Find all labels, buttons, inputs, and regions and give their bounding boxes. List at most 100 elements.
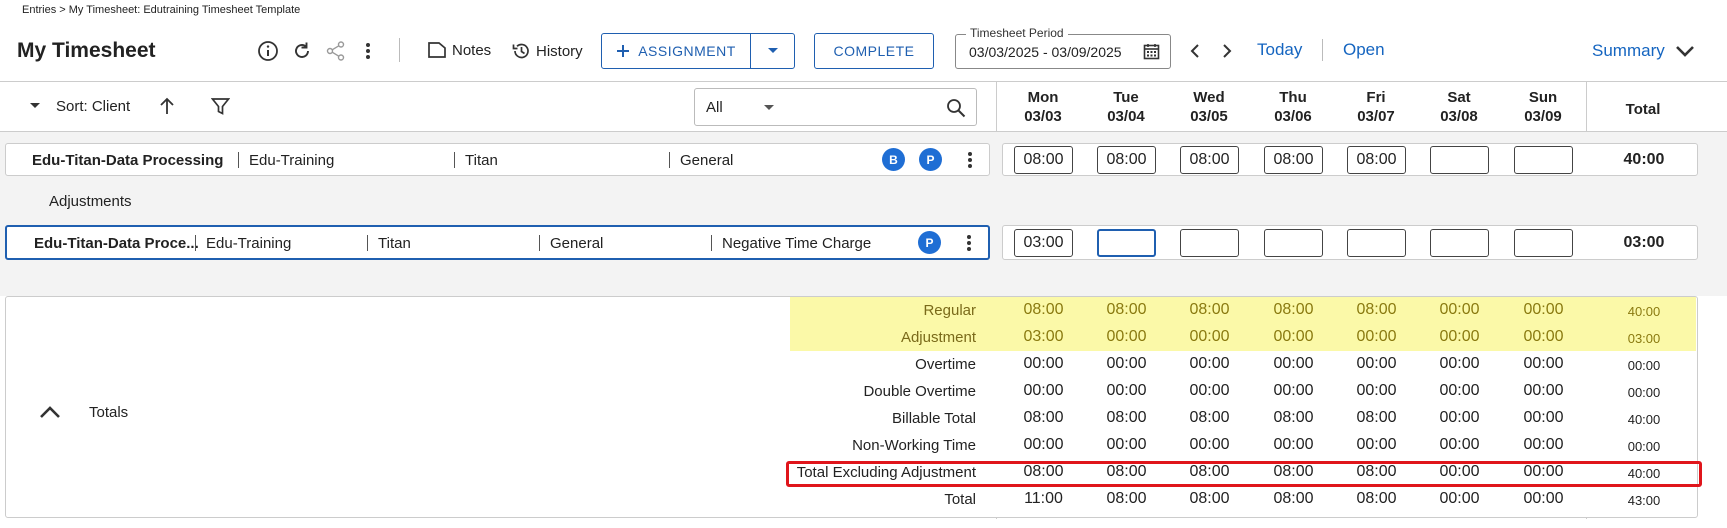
plus-icon: [617, 45, 630, 57]
totals-cell: 00:00: [1523, 490, 1564, 507]
hours-input[interactable]: 08:00: [1014, 146, 1073, 174]
info-icon[interactable]: [257, 40, 279, 62]
adjustment-total: 03:00: [1623, 234, 1665, 251]
chevron-left-icon[interactable]: [1189, 43, 1201, 59]
day-name: Mon: [1027, 89, 1059, 106]
totals-cell: 08:00: [1023, 301, 1064, 318]
hours-input[interactable]: [1097, 229, 1156, 257]
search-icon[interactable]: [946, 98, 966, 118]
add-assignment-button[interactable]: ASSIGNMENT: [602, 34, 751, 68]
day-name: Thu: [1279, 89, 1307, 106]
timesheet-period-label: Timesheet Period: [966, 26, 1068, 40]
totals-cell: 00:00: [1189, 355, 1230, 372]
totals-cell: 00:00: [1356, 355, 1397, 372]
totals-row-total: 43:00: [1627, 493, 1661, 508]
summary-toggle[interactable]: Summary: [1592, 41, 1695, 61]
hours-input[interactable]: [1514, 146, 1573, 174]
totals-cell: 00:00: [1523, 436, 1564, 453]
totals-cell: 08:00: [1189, 490, 1230, 507]
chevron-right-icon[interactable]: [1221, 43, 1233, 59]
hours-input[interactable]: [1430, 229, 1489, 257]
day-date: 03/09: [1524, 108, 1562, 125]
day-header: Tue 03/04: [1085, 88, 1167, 126]
day-date: 03/06: [1274, 108, 1312, 125]
totals-row-label: Regular: [923, 302, 976, 319]
row-charge: Negative Time Charge: [722, 235, 872, 252]
sort-collapse-icon[interactable]: [29, 102, 41, 110]
hours-input[interactable]: [1347, 229, 1406, 257]
sort-label[interactable]: Sort: Client: [56, 98, 130, 115]
collapse-totals-icon[interactable]: [39, 405, 61, 419]
totals-cell: 00:00: [1356, 382, 1397, 399]
totals-cell: 00:00: [1189, 436, 1230, 453]
hours-input[interactable]: 08:00: [1097, 146, 1156, 174]
totals-cell: 00:00: [1439, 328, 1480, 345]
project-badge: P: [919, 148, 942, 171]
summary-label: Summary: [1592, 41, 1665, 60]
day-date: 03/04: [1107, 108, 1145, 125]
calendar-icon[interactable]: [1143, 43, 1160, 65]
billable-badge: B: [882, 148, 905, 171]
day-name: Tue: [1113, 89, 1139, 106]
totals-cell: 00:00: [1106, 436, 1147, 453]
hours-input[interactable]: 08:00: [1347, 146, 1406, 174]
row-more-icon[interactable]: [967, 150, 973, 170]
adjustments-label: Adjustments: [49, 193, 132, 210]
row-client: Titan: [465, 152, 498, 169]
row-category: General: [550, 235, 604, 252]
refresh-icon[interactable]: [291, 40, 313, 62]
complete-button[interactable]: COMPLETE: [814, 33, 934, 69]
hours-input[interactable]: [1264, 229, 1323, 257]
hours-input[interactable]: 03:00: [1014, 229, 1073, 257]
row-project: Edu-Titan-Data Processing: [32, 152, 224, 169]
history-label: History: [536, 42, 583, 60]
day-name: Fri: [1366, 89, 1386, 106]
open-status-link[interactable]: Open: [1343, 40, 1385, 60]
hours-input[interactable]: 08:00: [1180, 146, 1239, 174]
today-link[interactable]: Today: [1257, 40, 1302, 60]
row-category: General: [680, 152, 734, 169]
totals-cell: 00:00: [1273, 436, 1314, 453]
totals-cell: 00:00: [1273, 328, 1314, 345]
totals-cell: 00:00: [1023, 436, 1064, 453]
cell-separator: [539, 235, 540, 251]
cell-separator: [454, 152, 455, 168]
assignment-dropdown-button[interactable]: [751, 34, 794, 68]
totals-cell: 08:00: [1106, 490, 1147, 507]
filter-icon[interactable]: [211, 97, 230, 116]
totals-row-total: 00:00: [1627, 358, 1661, 373]
totals-row-total: 40:00: [1627, 304, 1661, 319]
day-name: Wed: [1193, 89, 1225, 106]
totals-cell: 00:00: [1189, 328, 1230, 345]
project-badge: P: [918, 231, 941, 254]
timesheet-period-field[interactable]: Timesheet Period 03/03/2025 - 03/09/2025: [955, 26, 1171, 69]
cell-separator: [238, 152, 239, 168]
share-icon[interactable]: [325, 40, 347, 62]
hours-input[interactable]: 08:00: [1264, 146, 1323, 174]
row-client: Titan: [378, 235, 411, 252]
hours-input[interactable]: [1180, 229, 1239, 257]
total-column-header: Total: [1625, 101, 1661, 118]
hours-input[interactable]: [1514, 229, 1573, 257]
more-vert-icon[interactable]: [364, 40, 372, 62]
row-more-icon[interactable]: [966, 233, 972, 253]
totals-cell: 00:00: [1523, 328, 1564, 345]
day-name: Sun: [1528, 89, 1558, 106]
row-training: Edu-Training: [249, 152, 335, 169]
totals-cell: 00:00: [1189, 382, 1230, 399]
row-filter-select[interactable]: All: [694, 88, 977, 126]
day-header: Fri 03/07: [1335, 88, 1417, 126]
page-title: My Timesheet: [17, 39, 156, 62]
timesheet-row[interactable]: Edu-Titan-Data Processing Edu-Training T…: [5, 143, 990, 176]
totals-cell: 00:00: [1523, 301, 1564, 318]
totals-label: Totals: [89, 404, 129, 421]
row-training: Edu-Training: [206, 235, 292, 252]
adjustment-row[interactable]: Edu-Titan-Data Proce... Edu-Training Tit…: [5, 225, 990, 260]
totals-row-total: 40:00: [1627, 412, 1661, 427]
sort-ascending-icon[interactable]: [158, 96, 176, 116]
totals-cell: 08:00: [1023, 409, 1064, 426]
history-button[interactable]: History: [511, 41, 583, 61]
notes-button[interactable]: Notes: [427, 41, 491, 59]
totals-cell: 00:00: [1023, 382, 1064, 399]
hours-input[interactable]: [1430, 146, 1489, 174]
